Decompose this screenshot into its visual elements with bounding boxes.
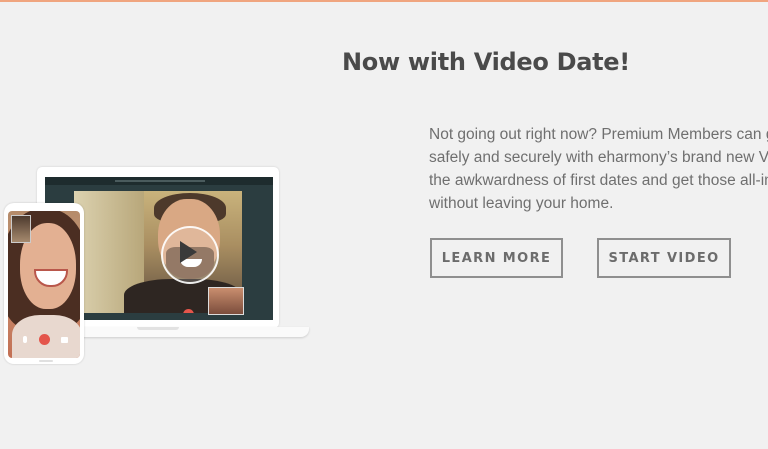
top-accent-bar [0, 0, 768, 2]
promo-heading: Now with Video Date! [342, 48, 630, 76]
promo-description-line: without leaving your home. [429, 195, 614, 212]
phone-home-indicator [39, 360, 53, 362]
laptop-notch [137, 327, 179, 330]
promo-description-line: safely and securely with eharmony’s bran… [429, 149, 768, 166]
promo-description: Not going out right now? Premium Members… [429, 123, 768, 215]
microphone-icon [23, 336, 27, 343]
promo-description-line: Not going out right now? Premium Members… [429, 126, 768, 143]
promo-description-line: the awkwardness of first dates and get t… [429, 172, 768, 189]
phone-screen [8, 211, 80, 358]
phone-self-view-thumbnail [11, 215, 31, 243]
end-call-icon [183, 309, 194, 313]
camera-icon [61, 337, 68, 343]
start-video-button[interactable]: START VIDEO [597, 238, 731, 278]
self-view-thumbnail [208, 287, 244, 315]
learn-more-button[interactable]: LEARN MORE [430, 238, 563, 278]
end-call-icon [39, 334, 50, 345]
play-triangle [180, 241, 197, 263]
screen-title-bar [45, 177, 273, 185]
